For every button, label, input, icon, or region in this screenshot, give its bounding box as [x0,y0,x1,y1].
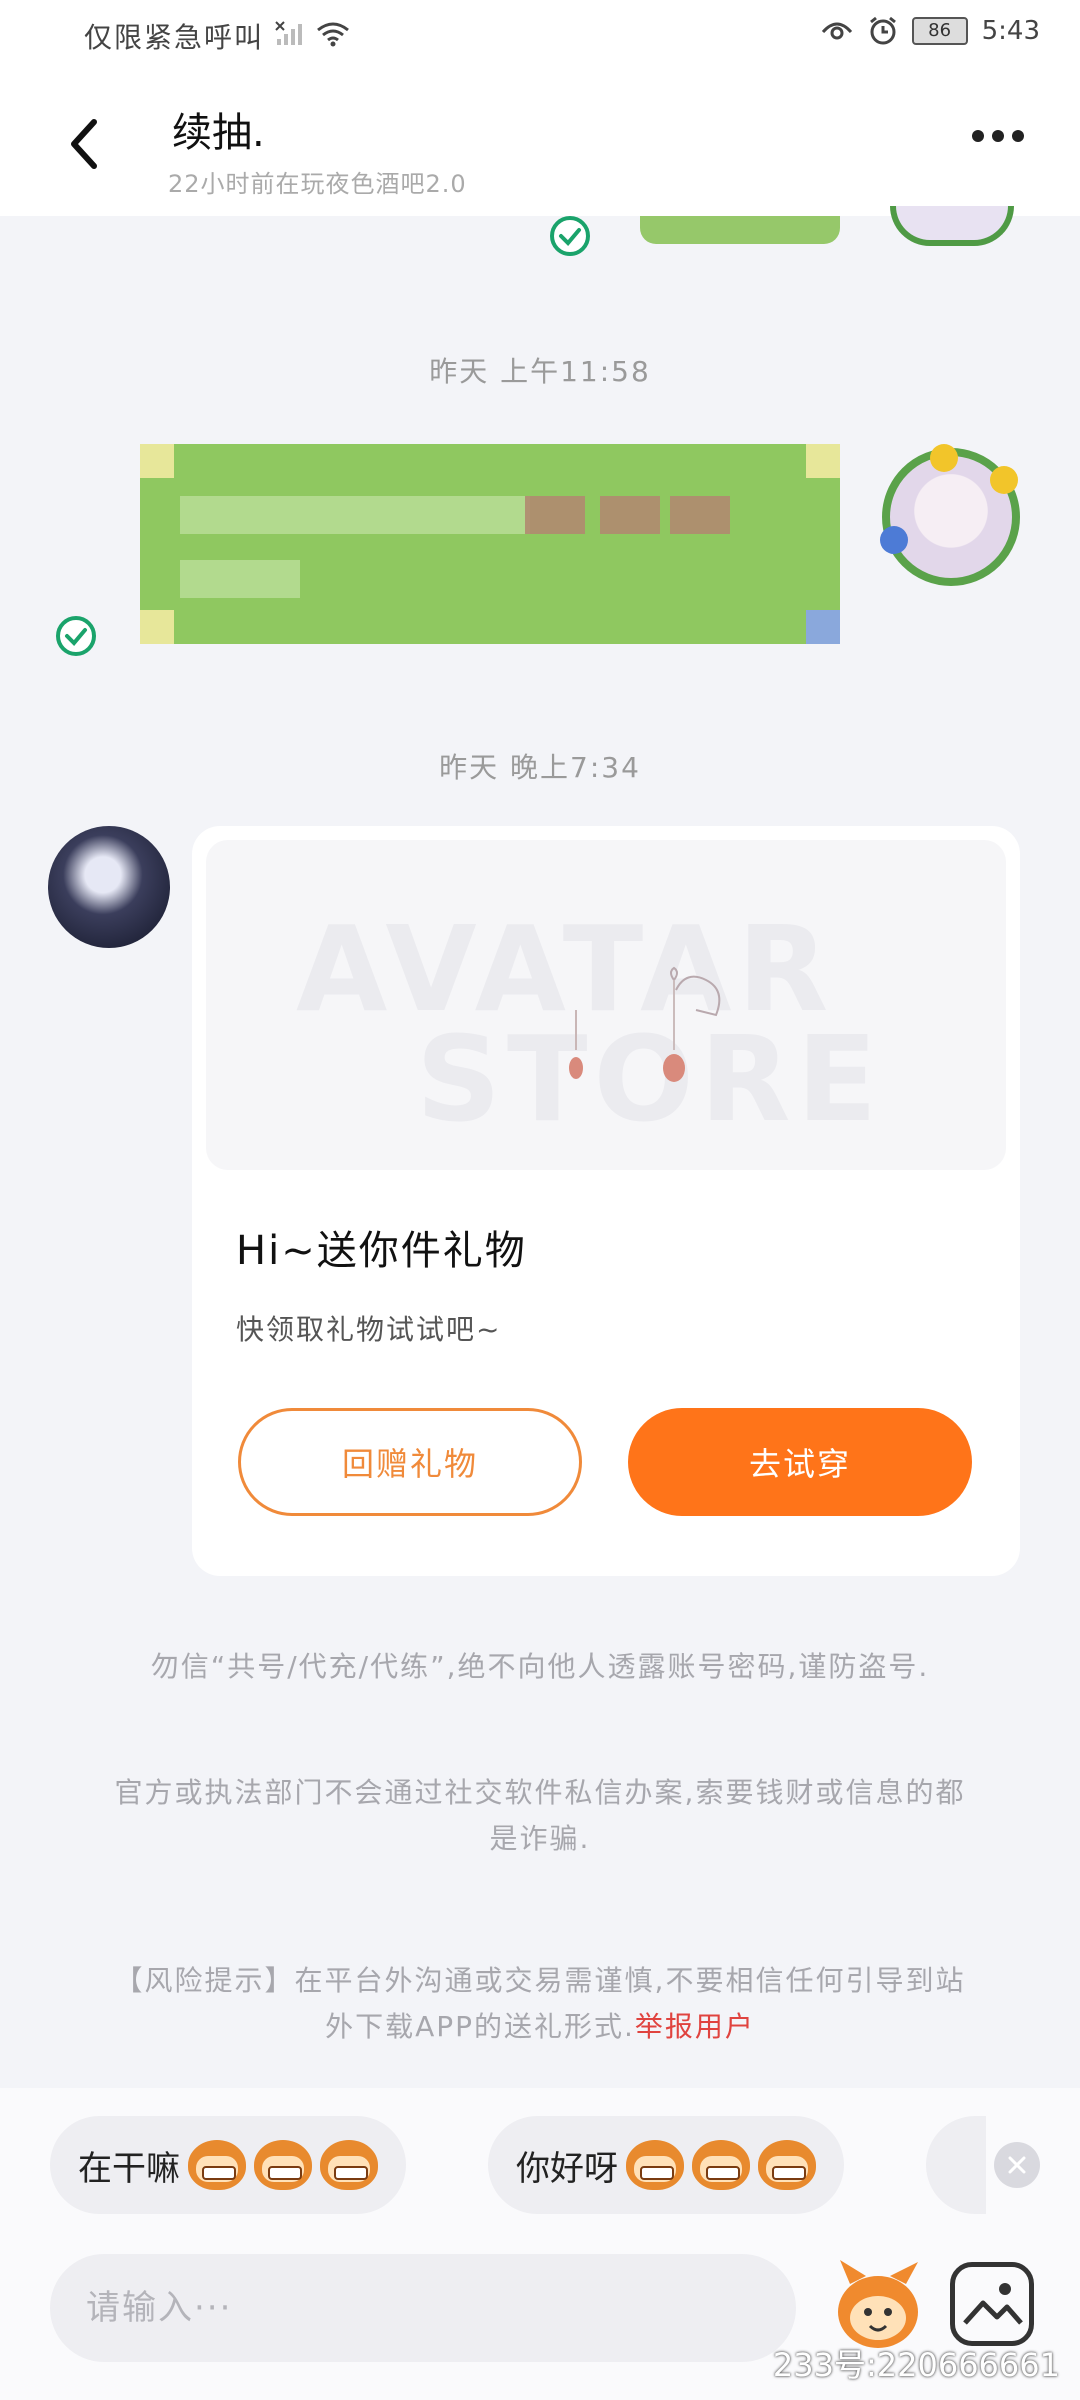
image-picker-button[interactable] [950,2262,1034,2346]
status-icons: 86 5:43 [820,16,1040,46]
earring-icon [663,966,721,1082]
my-avatar-partial[interactable] [890,206,1014,246]
quick-reply-chip[interactable]: 在干嘛 [50,2116,406,2214]
contact-avatar[interactable] [48,826,170,948]
chat-header: 续抽. 22小时前在玩夜色酒吧2.0 [0,72,1080,216]
blurred-text [670,496,730,534]
quick-reply-chip[interactable]: 你好呀 [488,2116,844,2214]
close-icon [1008,2156,1026,2174]
no-signal-icon [275,21,305,47]
gift-description: 快领取礼物试试吧~ [236,1313,502,1346]
grin-monkey-emoji-icon [188,2140,246,2190]
earring-icon [569,1010,583,1079]
risk-notice: 【风险提示】在平台外沟通或交易需谨慎,不要相信任何引导到站外下载APP的送礼形式… [100,1958,980,2050]
gift-title: Hi~送你件礼物 [236,1228,527,1274]
gift-card[interactable]: AVATAR STORE Hi~送你件礼物 快领取礼物试试吧~ 回赠礼物 去试穿 [192,826,1020,1576]
wifi-icon [316,21,350,47]
mascot-emoji-button[interactable] [830,2254,926,2354]
blurred-text [525,496,585,534]
flower-decoration-icon [990,466,1018,494]
blurred-text [600,496,660,534]
safety-notice: 勿信“共号/代充/代练”,绝不向他人透露账号密码,谨防盗号. [150,1650,930,1683]
safety-notice: 官方或执法部门不会通过社交软件私信办案,索要钱财或信息的都是诈骗. [114,1776,966,1855]
more-dot-icon [992,130,1004,142]
more-dot-icon [972,130,984,142]
carrier-text: 仅限紧急呼叫 [84,21,265,54]
quick-reply-chip-partial[interactable] [926,2116,986,2214]
return-gift-button[interactable]: 回赠礼物 [238,1408,582,1516]
more-dot-icon [1012,130,1024,142]
close-quick-replies-button[interactable] [994,2142,1040,2188]
gift-preview-image[interactable]: AVATAR STORE [206,840,1006,1170]
sent-check-icon [550,216,590,256]
risk-notice-text: 【风险提示】在平台外沟通或交易需谨慎,不要相信任何引导到站外下载APP的送礼形式… [114,1964,966,2043]
smile-monkey-emoji-icon [692,2140,750,2190]
blurred-text [180,496,530,534]
status-bar: 仅限紧急呼叫 86 5:43 [0,0,1080,72]
sent-check-icon [56,616,96,656]
clock-time: 5:43 [981,16,1040,46]
bubble-corner-decoration [806,444,840,478]
carrier-label: 仅限紧急呼叫 [84,16,350,56]
eye-comfort-icon [820,18,854,44]
smile-monkey-emoji-icon [758,2140,816,2190]
alarm-icon [868,16,898,46]
image-icon [963,2283,1023,2325]
back-button[interactable] [56,112,112,176]
grin-monkey-emoji-icon [254,2140,312,2190]
blurred-text [180,560,300,598]
bubble-corner-decoration [140,444,174,478]
more-options-button[interactable] [972,130,1024,142]
smile-monkey-emoji-icon [626,2140,684,2190]
contact-name: 续抽. [172,110,265,156]
report-user-link[interactable]: 举报用户 [635,2010,755,2043]
watermark-id: 233号:220666661 [772,2346,1060,2384]
message-timestamp: 昨天 上午11:58 [429,355,651,388]
bubble-corner-decoration [140,610,174,644]
battery-icon: 86 [911,17,968,45]
bubble-corner-decoration [806,610,840,644]
message-timestamp: 昨天 晚上7:34 [439,751,641,784]
grin-monkey-emoji-icon [320,2140,378,2190]
quick-reply-label: 你好呀 [516,2148,618,2189]
quick-reply-label: 在干嘛 [78,2148,180,2189]
bird-decoration-icon [880,526,908,554]
message-bubble-sent[interactable] [140,444,840,644]
chevron-left-icon [71,119,97,169]
try-on-button[interactable]: 去试穿 [628,1408,972,1516]
message-input[interactable] [50,2254,796,2362]
my-avatar[interactable] [880,444,1020,586]
flower-decoration-icon [930,444,958,472]
message-bubble-partial[interactable] [640,216,840,244]
contact-activity: 22小时前在玩夜色酒吧2.0 [168,170,467,198]
